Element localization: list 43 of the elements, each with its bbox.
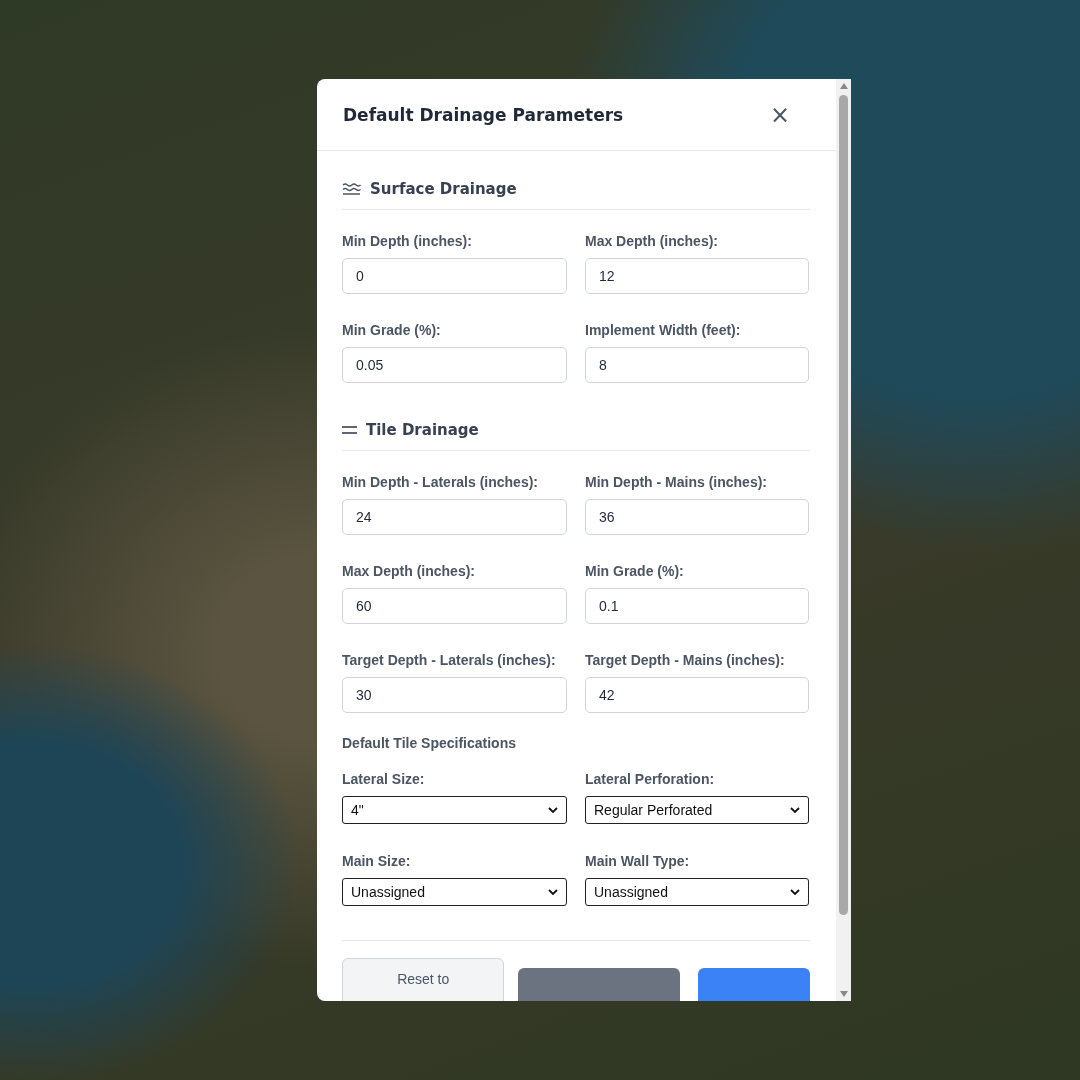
chevron-down-icon — [790, 889, 800, 895]
input-field[interactable]: 8 — [585, 347, 809, 383]
input-field[interactable]: 0.1 — [585, 588, 809, 624]
input-field[interactable]: 0.05 — [342, 347, 567, 383]
dropdown[interactable]: Unassigned — [342, 878, 567, 906]
subsection-title: Default Tile Specifications — [342, 735, 517, 751]
field-label: Main Size: — [342, 853, 412, 870]
field-label: Main Wall Type: — [585, 853, 691, 870]
close-button[interactable]: × — [765, 102, 794, 127]
dropdown[interactable]: 4" — [342, 796, 567, 824]
reset-button[interactable]: Reset to — [342, 958, 505, 1001]
field-label: Min Depth (inches): — [342, 233, 473, 250]
dropdown[interactable]: Regular Perforated — [585, 796, 809, 824]
input-field[interactable]: 0 — [342, 258, 567, 294]
dialog-title: Default Drainage Parameters — [343, 104, 624, 125]
input-field[interactable]: 24 — [342, 499, 567, 535]
field-label: Target Depth - Laterals (inches): — [342, 652, 557, 669]
field-label: Min Grade (%): — [585, 563, 685, 580]
scroll-up-icon[interactable] — [839, 83, 848, 89]
field-label: Min Depth - Laterals (inches): — [342, 474, 540, 491]
section-title: Surface Drainage — [370, 180, 517, 198]
section-title: Tile Drainage — [366, 421, 479, 439]
field-label: Lateral Size: — [342, 771, 426, 788]
input-field[interactable]: 42 — [585, 677, 809, 713]
field-label: Target Depth - Mains (inches): — [585, 652, 786, 669]
input-field[interactable]: 30 — [342, 677, 567, 713]
equals-icon — [342, 426, 357, 434]
chevron-down-icon — [548, 889, 558, 895]
scroll-down-icon[interactable] — [839, 991, 848, 997]
field-label: Lateral Perforation: — [585, 771, 716, 788]
scrollbar[interactable] — [836, 79, 851, 1001]
field-label: Implement Width (feet): — [585, 322, 742, 339]
field-label: Max Depth (inches): — [342, 563, 476, 580]
input-field[interactable]: 60 — [342, 588, 567, 624]
field-label: Min Depth - Mains (inches): — [585, 474, 768, 491]
waves-icon — [342, 182, 361, 196]
field-label: Max Depth (inches): — [585, 233, 719, 250]
field-label: Min Grade (%): — [342, 322, 442, 339]
dropdown[interactable]: Unassigned — [585, 878, 809, 906]
input-field[interactable]: 12 — [585, 258, 809, 294]
chevron-down-icon — [790, 807, 800, 813]
chevron-down-icon — [548, 807, 558, 813]
input-field[interactable]: 36 — [585, 499, 809, 535]
